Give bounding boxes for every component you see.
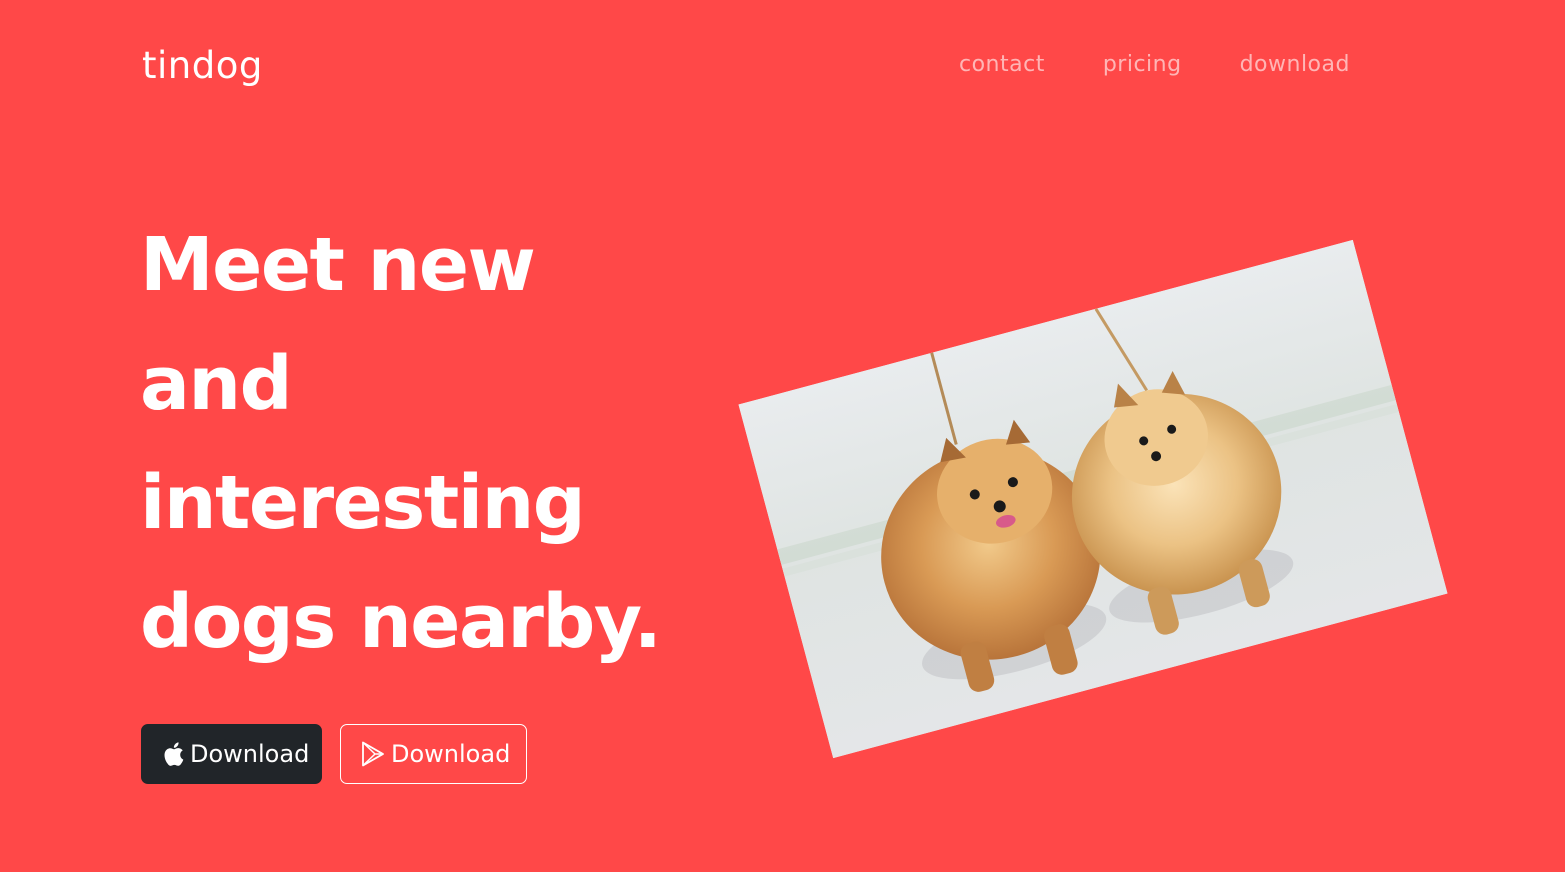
headline-line: dogs nearby. [140,579,662,665]
google-play-download-label: Download [391,740,511,768]
nav-item-contact: contact [959,52,1045,77]
nav-link-pricing[interactable]: pricing [1103,52,1182,77]
dogs-illustration [738,239,1448,759]
google-play-icon [361,741,385,767]
apple-icon [162,741,184,767]
apple-download-button[interactable]: Download [141,724,322,784]
nav-link-download[interactable]: download [1240,52,1350,77]
dogs-photo [738,239,1448,759]
nav-item-pricing: pricing [1103,52,1182,77]
top-nav: contact pricing download [959,52,1350,77]
nav-link-contact[interactable]: contact [959,52,1045,77]
headline-line: and [140,341,293,427]
hero-headline: Meet new and interesting dogs nearby. [140,206,760,682]
headline-line: interesting [140,460,586,546]
google-play-download-button[interactable]: Download [340,724,527,784]
nav-item-download: download [1240,52,1350,77]
brand-logo[interactable]: tindog [142,44,263,87]
apple-download-label: Download [190,740,310,768]
headline-line: Meet new [140,222,536,308]
